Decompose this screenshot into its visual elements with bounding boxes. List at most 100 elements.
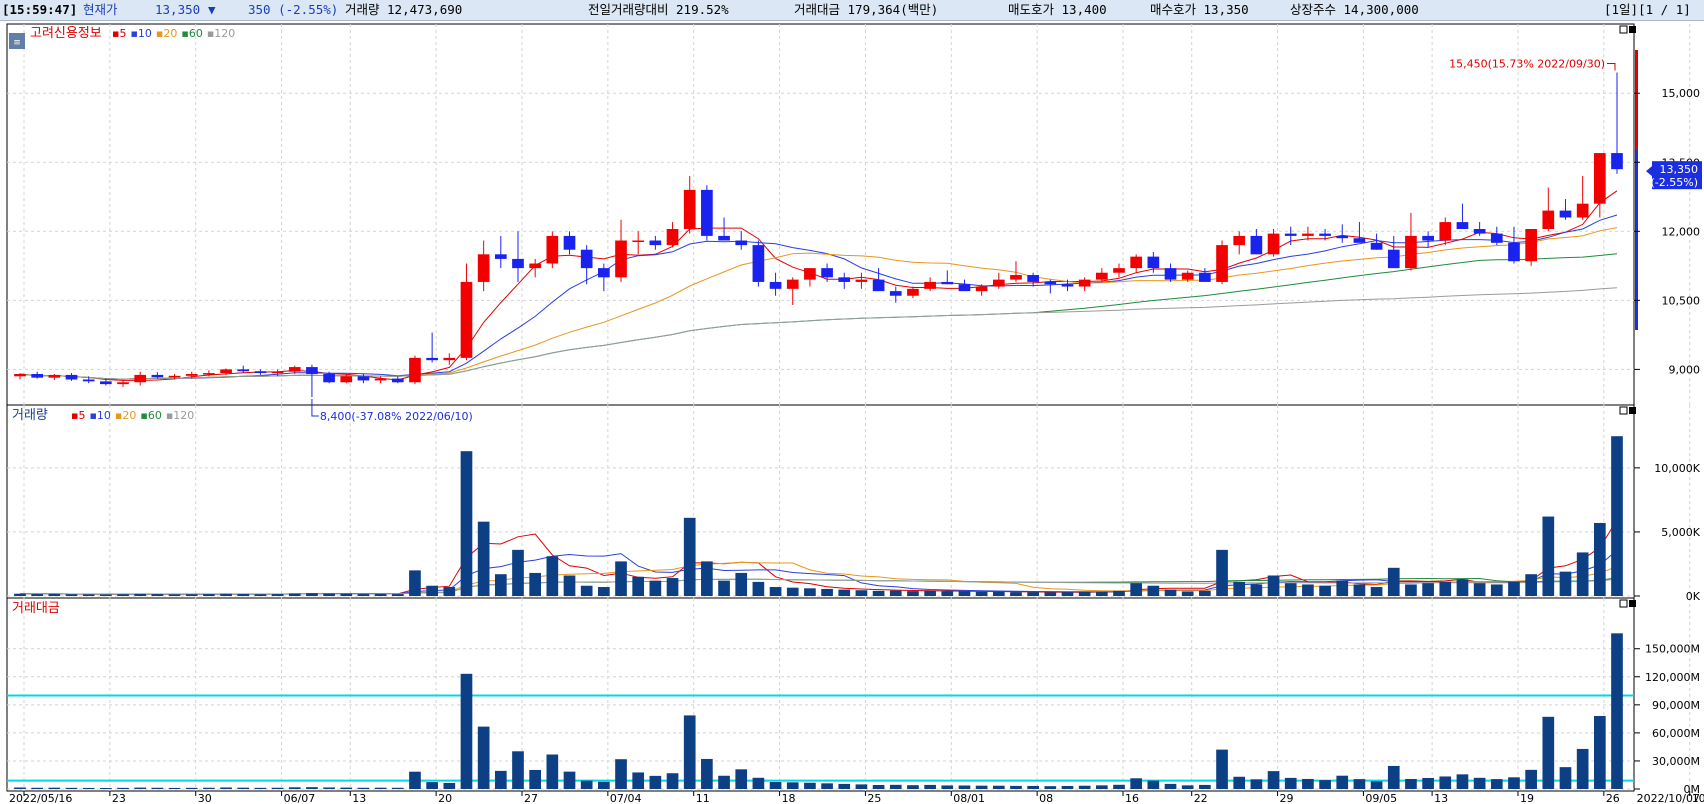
- amount-bar: [1044, 786, 1057, 789]
- x-tick-label: 23: [112, 792, 126, 804]
- axis-tick-label: 60,000M: [1652, 727, 1700, 740]
- volume-bar: [409, 570, 421, 596]
- candle-body: [151, 374, 164, 378]
- x-tick-label: 13: [1434, 792, 1448, 804]
- amount-bar: [529, 769, 541, 789]
- volume-bar: [718, 580, 730, 596]
- amount-bar: [546, 754, 559, 789]
- amount-bar: [512, 751, 524, 789]
- candle-body: [203, 373, 215, 375]
- candle-body: [220, 369, 232, 374]
- axis-tick-label: 90,000M: [1652, 699, 1700, 712]
- amount-bar: [598, 781, 610, 789]
- candle-body: [1336, 235, 1349, 239]
- volume-bar: [821, 588, 833, 596]
- volume-bar: [1147, 585, 1160, 596]
- volume-bar: [1508, 581, 1520, 596]
- x-tick-label: 2022/10/07: [1637, 792, 1700, 804]
- amount-panel-title: 거래대금: [12, 601, 60, 616]
- amount-bar: [632, 772, 645, 789]
- candle-body: [477, 254, 490, 282]
- amount-bar: [735, 769, 748, 789]
- candle-body: [580, 249, 593, 269]
- candle-body: [563, 235, 576, 250]
- volume-bar: [271, 594, 284, 596]
- volume-bar: [1576, 552, 1589, 596]
- volume-bar: [1387, 567, 1400, 596]
- amount-bar: [718, 775, 730, 789]
- amount-bar: [100, 788, 112, 790]
- candle-body: [1405, 235, 1417, 269]
- volume-bar: [357, 594, 370, 596]
- x-tick-label: 30: [198, 792, 212, 804]
- volume-bar: [975, 591, 988, 596]
- candle-body: [838, 277, 851, 282]
- volume-bar: [443, 587, 456, 596]
- amount-bar: [203, 787, 215, 789]
- candle-body: [340, 376, 353, 383]
- volume-bar: [323, 593, 335, 596]
- candle-body: [1302, 233, 1314, 236]
- candle-body: [1387, 249, 1400, 269]
- amount-bar: [992, 785, 1005, 789]
- x-tick-label: 26: [1606, 792, 1620, 804]
- candle-body: [185, 373, 198, 376]
- amount-bar: [48, 787, 61, 789]
- candle-body: [306, 367, 318, 374]
- candle-body: [65, 374, 78, 380]
- candle-body: [512, 258, 524, 269]
- amount-bar: [941, 785, 954, 789]
- candle-body: [82, 379, 95, 382]
- min-price-label: 8,400(-37.08% 2022/06/10): [320, 410, 473, 423]
- volume-bar: [82, 594, 95, 596]
- candle-body: [701, 189, 713, 236]
- stock-chart[interactable]: ≡ 고려신용정보 ▪5 ▪10 ▪20 ▪60 ▪120 거래량 ▪5 ▪10 ▪20 ▪60…: [0, 0, 1704, 804]
- volume-bar: [306, 593, 318, 596]
- candle-body: [1164, 268, 1177, 280]
- price-panel-title: 고려신용정보: [30, 26, 102, 41]
- amount-bar: [1130, 778, 1143, 789]
- amount-bar: [907, 785, 919, 789]
- amount-bar: [1302, 778, 1314, 789]
- volume-bar: [804, 588, 816, 596]
- amount-bar: [1147, 780, 1160, 789]
- volume-bar: [203, 594, 215, 596]
- axis-tick-label: 150,000M: [1645, 643, 1700, 656]
- candle-body: [924, 281, 936, 289]
- candle-body: [1216, 245, 1228, 282]
- volume-bar: [1044, 592, 1057, 596]
- axis-tick-label: 15,000: [1662, 87, 1701, 100]
- candle-body: [1061, 284, 1074, 287]
- x-tick-label: 25: [867, 792, 881, 804]
- volume-bar: [31, 594, 44, 596]
- candle-body: [409, 357, 421, 383]
- candle-body: [1353, 238, 1366, 243]
- volume-bar: [924, 590, 936, 596]
- volume-bar: [752, 581, 765, 596]
- volume-bar: [1439, 581, 1452, 596]
- axis-tick-label: 5,000K: [1661, 526, 1700, 539]
- axis-tick-label: 120,000M: [1645, 671, 1700, 684]
- volume-bar: [889, 590, 902, 596]
- x-tick-label: 20: [438, 792, 452, 804]
- volume-bar: [1027, 592, 1039, 596]
- amount-bar: [254, 787, 267, 789]
- x-tick-label: 22: [1194, 792, 1208, 804]
- amount-bar: [1508, 777, 1520, 789]
- volume-bar: [1422, 583, 1434, 596]
- amount-bar: [1233, 776, 1246, 789]
- max-price-annotation: 15,450(15.73% 2022/09/30): [1449, 58, 1616, 71]
- volume-panel-legend: 거래량 ▪5 ▪10 ▪20 ▪60 ▪120: [12, 408, 194, 423]
- volume-bar: [735, 572, 748, 596]
- volume-bar: [992, 591, 1005, 596]
- axis-tick-label: 30,000M: [1652, 755, 1700, 768]
- volume-bar: [1284, 583, 1297, 596]
- amount-bar: [134, 787, 147, 789]
- volume-bar: [1473, 583, 1486, 596]
- candle-body: [615, 240, 627, 278]
- amount-bar: [306, 787, 318, 789]
- amount-bar: [443, 782, 456, 789]
- volume-bar: [168, 594, 181, 596]
- amount-bar: [580, 780, 593, 789]
- amount-bar: [1593, 715, 1606, 789]
